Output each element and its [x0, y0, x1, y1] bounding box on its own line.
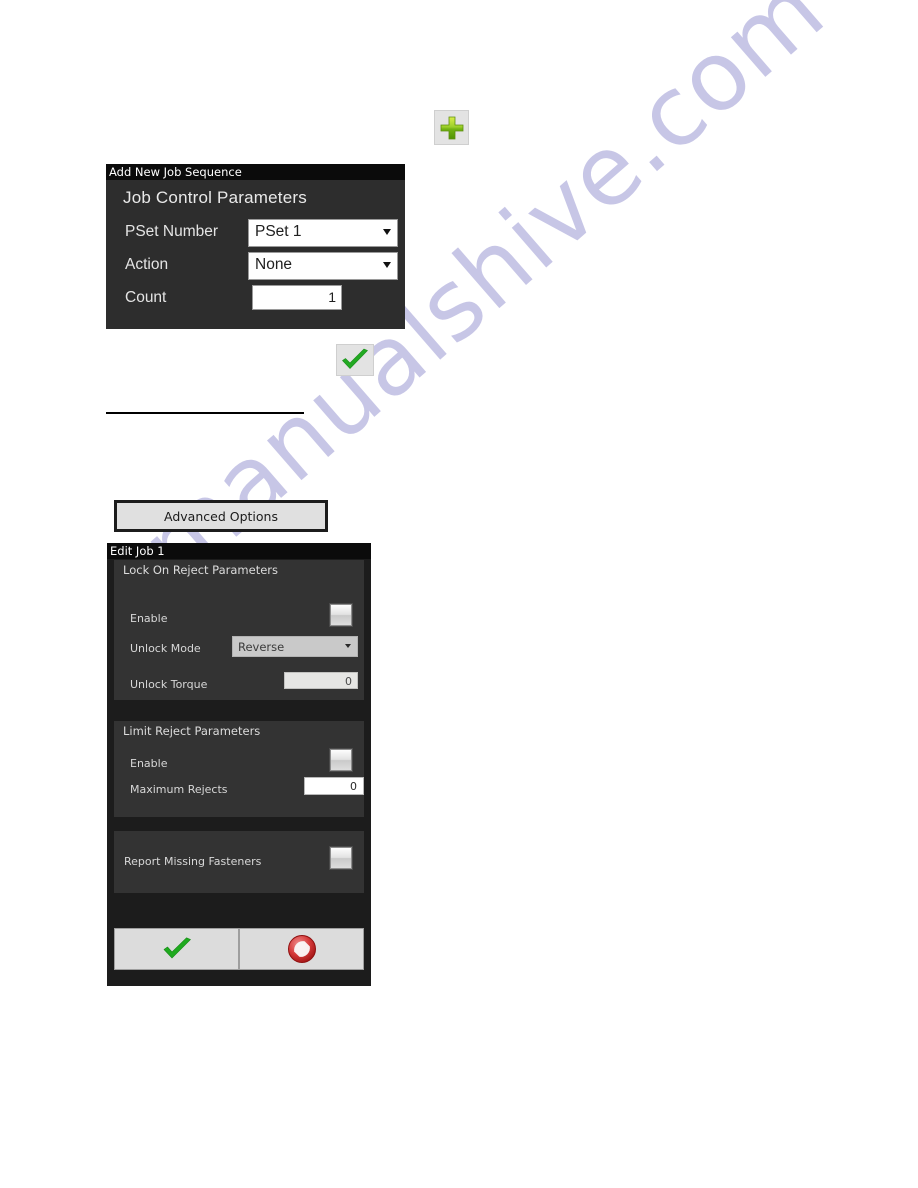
- action-value: None: [255, 256, 293, 273]
- unlock-torque-value: 0: [345, 675, 352, 688]
- chevron-down-icon: [345, 644, 351, 648]
- limit-enable-checkbox[interactable]: [330, 749, 352, 771]
- edit-job-dialog: Edit Job 1 Lock On Reject Parameters Ena…: [107, 543, 371, 986]
- maximum-rejects-input[interactable]: 0: [304, 777, 364, 795]
- action-dropdown[interactable]: None: [248, 252, 398, 280]
- dialog-title: Add New Job Sequence: [106, 164, 405, 180]
- field-row-pset-number: PSet Number PSet 1: [106, 219, 405, 252]
- section-heading: Job Control Parameters: [123, 188, 307, 207]
- chevron-down-icon: [383, 262, 391, 268]
- cancel-button[interactable]: [239, 928, 364, 970]
- limit-enable-label: Enable: [130, 757, 168, 770]
- count-input[interactable]: 1: [252, 285, 342, 310]
- horizontal-divider: [106, 412, 304, 414]
- field-row-action: Action None: [106, 252, 405, 285]
- unlock-torque-label: Unlock Torque: [130, 678, 208, 691]
- advanced-options-button[interactable]: Advanced Options: [114, 500, 328, 532]
- action-label: Action: [125, 256, 169, 273]
- lock-enable-label: Enable: [130, 612, 168, 625]
- unlock-mode-dropdown[interactable]: Reverse: [232, 636, 358, 657]
- unlock-mode-label: Unlock Mode: [130, 642, 201, 655]
- dialog-title: Edit Job 1: [107, 543, 371, 559]
- lock-enable-checkbox[interactable]: [330, 604, 352, 626]
- lock-on-reject-section: Lock On Reject Parameters Enable Unlock …: [114, 560, 364, 700]
- confirm-add-job-button[interactable]: [336, 344, 374, 376]
- maximum-rejects-label: Maximum Rejects: [130, 783, 228, 796]
- limit-reject-section: Limit Reject Parameters Enable Maximum R…: [114, 721, 364, 817]
- report-missing-fasteners-checkbox[interactable]: [330, 847, 352, 869]
- unlock-mode-value: Reverse: [238, 640, 285, 654]
- pset-number-dropdown[interactable]: PSet 1: [248, 219, 398, 247]
- lock-on-reject-heading: Lock On Reject Parameters: [123, 563, 279, 577]
- pset-number-label: PSet Number: [125, 223, 219, 240]
- field-row-count: Count 1: [106, 285, 405, 318]
- accept-button[interactable]: [114, 928, 239, 970]
- add-job-sequence-dialog: Add New Job Sequence Job Control Paramet…: [106, 164, 405, 329]
- report-missing-fasteners-label: Report Missing Fasteners: [124, 855, 262, 868]
- green-check-icon: [161, 937, 193, 961]
- maximum-rejects-value: 0: [350, 780, 357, 793]
- pset-number-value: PSet 1: [255, 223, 302, 240]
- advanced-options-label: Advanced Options: [164, 508, 278, 524]
- red-deny-icon: [287, 934, 317, 964]
- report-missing-fasteners-section: Report Missing Fasteners: [114, 831, 364, 893]
- plus-icon: [439, 115, 465, 141]
- add-job-sequence-button[interactable]: [434, 110, 469, 145]
- count-label: Count: [125, 289, 167, 306]
- limit-reject-heading: Limit Reject Parameters: [123, 724, 261, 738]
- dialog-footer: [114, 928, 364, 970]
- unlock-torque-input[interactable]: 0: [284, 672, 358, 689]
- green-check-icon: [340, 348, 370, 372]
- chevron-down-icon: [383, 229, 391, 235]
- count-value: 1: [328, 289, 336, 305]
